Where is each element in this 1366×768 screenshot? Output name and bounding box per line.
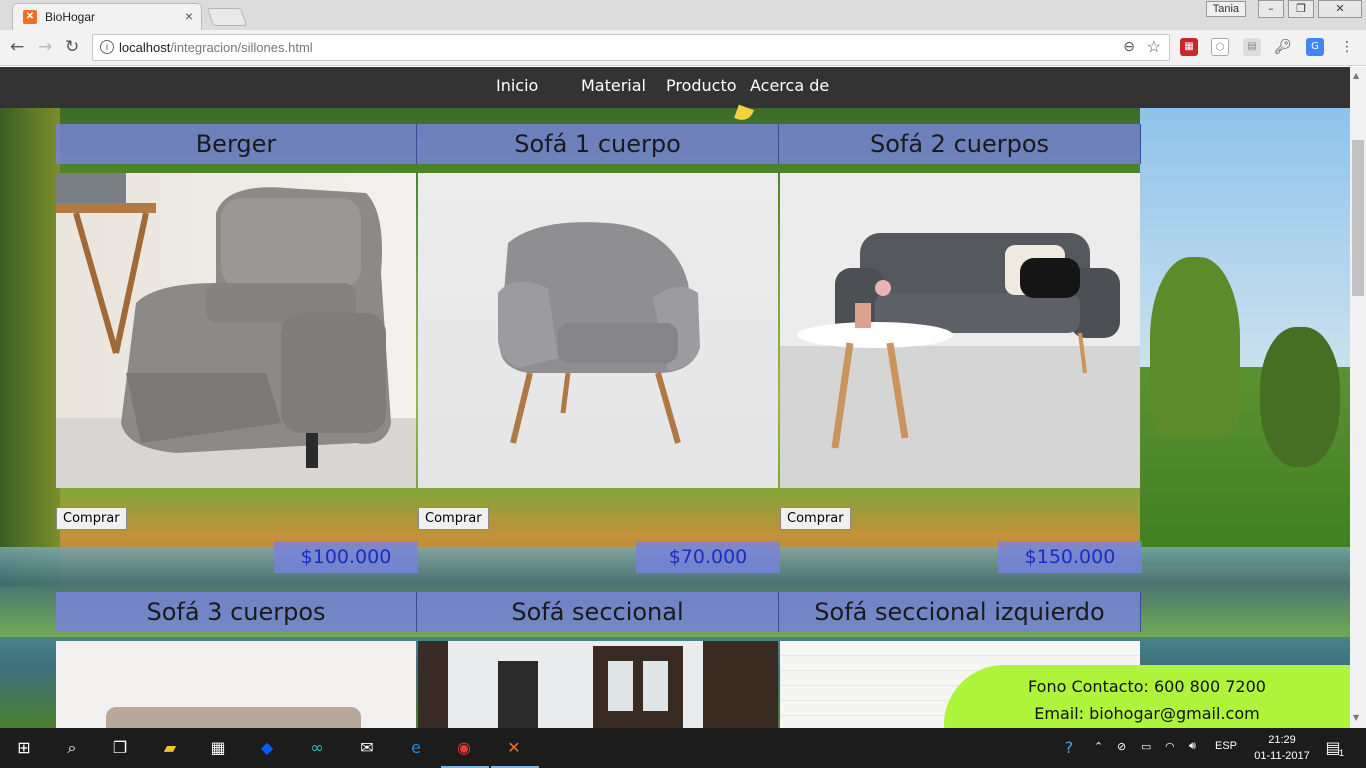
tab-title: BioHogar bbox=[45, 10, 96, 24]
price-label-sofa-2: $150.000 bbox=[998, 541, 1142, 573]
sofa-illustration bbox=[797, 233, 1120, 449]
nav-link-inicio[interactable]: Inicio bbox=[496, 76, 538, 95]
page-scrollbar[interactable]: ▲ ▼ bbox=[1350, 67, 1366, 728]
url-text: localhost/integracion/sillones.html bbox=[119, 40, 313, 55]
product-title: Sofá seccional izquierdo bbox=[779, 592, 1141, 632]
browser-tab[interactable]: ✕ BioHogar × bbox=[12, 3, 202, 30]
scrollbar-thumb[interactable] bbox=[1352, 140, 1364, 296]
buy-button-sofa-1[interactable]: Comprar bbox=[418, 507, 489, 530]
sofa-illustration bbox=[106, 707, 361, 728]
forward-arrow-icon[interactable]: → bbox=[38, 37, 52, 57]
product-title: Berger bbox=[56, 124, 417, 164]
contact-box: Fono Contacto: 600 800 7200 Email: bioho… bbox=[944, 665, 1350, 728]
new-tab-button[interactable] bbox=[206, 8, 248, 26]
network-blocked-icon[interactable]: ⊘ bbox=[1117, 740, 1126, 753]
language-indicator[interactable]: ESP bbox=[1215, 740, 1237, 752]
product-title: Sofá 1 cuerpo bbox=[417, 124, 779, 164]
reload-icon[interactable]: ↻ bbox=[65, 37, 79, 57]
product-title: Sofá 3 cuerpos bbox=[56, 592, 417, 632]
buy-button-sofa-2[interactable]: Comprar bbox=[780, 507, 851, 530]
background-trees bbox=[0, 107, 60, 587]
room-illustration bbox=[418, 641, 778, 728]
product-title: Sofá 2 cuerpos bbox=[779, 124, 1141, 164]
translate-extension-icon[interactable]: G bbox=[1306, 38, 1324, 56]
wifi-icon[interactable]: ◠ bbox=[1165, 740, 1175, 753]
task-view-icon[interactable]: ❐ bbox=[109, 737, 131, 759]
nav-link-acerca-de[interactable]: Acerca de bbox=[750, 76, 829, 95]
nav-link-material[interactable]: Material bbox=[581, 76, 646, 95]
address-bar[interactable]: i localhost/integracion/sillones.html ⊖ … bbox=[92, 34, 1170, 61]
desktop-screen: ✕ BioHogar × Tania – ❐ ✕ ← → ↻ i localho… bbox=[0, 0, 1366, 768]
product-image-sofa-1 bbox=[418, 173, 778, 488]
buy-button-berger[interactable]: Comprar bbox=[56, 507, 127, 530]
product-image-sofa-seccional bbox=[418, 641, 778, 728]
site-info-icon[interactable]: i bbox=[100, 40, 114, 54]
recliner-illustration bbox=[56, 173, 416, 488]
product-image-berger bbox=[56, 173, 416, 488]
scroll-up-arrow-icon[interactable]: ▲ bbox=[1353, 71, 1359, 80]
windows-taskbar: ⊞ ⌕ ❐ ▰ ▦ ◆ ∞ ✉ e ◉ ✕ ? ⌃ ⊘ ▭ ◠ 🔊︎ ESP 2… bbox=[0, 728, 1366, 768]
clock[interactable]: 21:29 01-11-2017 bbox=[1252, 732, 1312, 764]
scroll-down-arrow-icon[interactable]: ▼ bbox=[1353, 713, 1359, 722]
mail-icon[interactable]: ✉ bbox=[356, 737, 378, 759]
close-tab-icon[interactable]: × bbox=[185, 8, 193, 24]
close-window-button[interactable]: ✕ bbox=[1318, 0, 1362, 18]
product-title: Sofá seccional bbox=[417, 592, 779, 632]
contact-phone: Fono Contacto: 600 800 7200 bbox=[1028, 677, 1266, 696]
cube-extension-icon[interactable]: ⬡ bbox=[1211, 38, 1229, 56]
minimize-button[interactable]: – bbox=[1258, 0, 1284, 18]
clock-time: 21:29 bbox=[1268, 734, 1296, 746]
notification-count: 1 bbox=[1339, 748, 1345, 758]
xampp-icon[interactable]: ✕ bbox=[503, 737, 525, 759]
volume-icon[interactable]: 🔊︎ bbox=[1189, 740, 1196, 753]
key-extension-icon[interactable]: 🔑︎ bbox=[1274, 38, 1292, 56]
arduino-icon[interactable]: ∞ bbox=[306, 737, 328, 759]
site-navbar: Inicio Material Producto Acerca de bbox=[0, 67, 1350, 108]
store-icon[interactable]: ▦ bbox=[207, 737, 229, 759]
browser-toolbar: ← → ↻ i localhost/integracion/sillones.h… bbox=[0, 30, 1366, 66]
menu-icon[interactable]: ⋮ bbox=[1338, 38, 1356, 56]
price-label-sofa-1: $70.000 bbox=[636, 541, 780, 573]
edge-icon[interactable]: e bbox=[405, 737, 427, 759]
zoom-icon[interactable]: ⊖ bbox=[1123, 38, 1135, 55]
background-tree bbox=[1260, 327, 1340, 467]
windows-start-icon[interactable]: ⊞ bbox=[13, 737, 35, 759]
clock-date: 01-11-2017 bbox=[1254, 750, 1310, 762]
xampp-icon: ✕ bbox=[23, 10, 37, 24]
nav-link-producto[interactable]: Producto bbox=[666, 76, 737, 95]
adblock-extension-icon[interactable]: ▦ bbox=[1180, 38, 1198, 56]
bookmark-star-icon[interactable]: ☆ bbox=[1147, 37, 1161, 57]
price-label-berger: $100.000 bbox=[274, 541, 418, 573]
web-page: Inicio Material Producto Acerca de Berge… bbox=[0, 67, 1350, 728]
background-tree bbox=[1150, 257, 1240, 437]
battery-icon[interactable]: ▭ bbox=[1141, 740, 1151, 753]
product-image-sofa-3 bbox=[56, 641, 416, 728]
file-explorer-icon[interactable]: ▰ bbox=[159, 737, 181, 759]
browser-tab-bar: ✕ BioHogar × Tania – ❐ ✕ bbox=[0, 0, 1366, 30]
chevron-up-icon[interactable]: ⌃ bbox=[1094, 740, 1103, 753]
back-arrow-icon[interactable]: ← bbox=[10, 37, 24, 57]
search-icon[interactable]: ⌕ bbox=[61, 737, 83, 759]
armchair-illustration bbox=[498, 222, 700, 444]
help-icon[interactable]: ? bbox=[1058, 737, 1080, 759]
contact-email: Email: biohogar@gmail.com bbox=[1034, 704, 1260, 723]
pdf-extension-icon[interactable]: ▤ bbox=[1243, 38, 1261, 56]
profile-button[interactable]: Tania bbox=[1205, 1, 1246, 17]
restore-button[interactable]: ❐ bbox=[1288, 0, 1314, 18]
dropbox-icon[interactable]: ◆ bbox=[256, 737, 278, 759]
product-image-sofa-2 bbox=[780, 173, 1140, 488]
chrome-icon[interactable]: ◉ bbox=[453, 737, 475, 759]
